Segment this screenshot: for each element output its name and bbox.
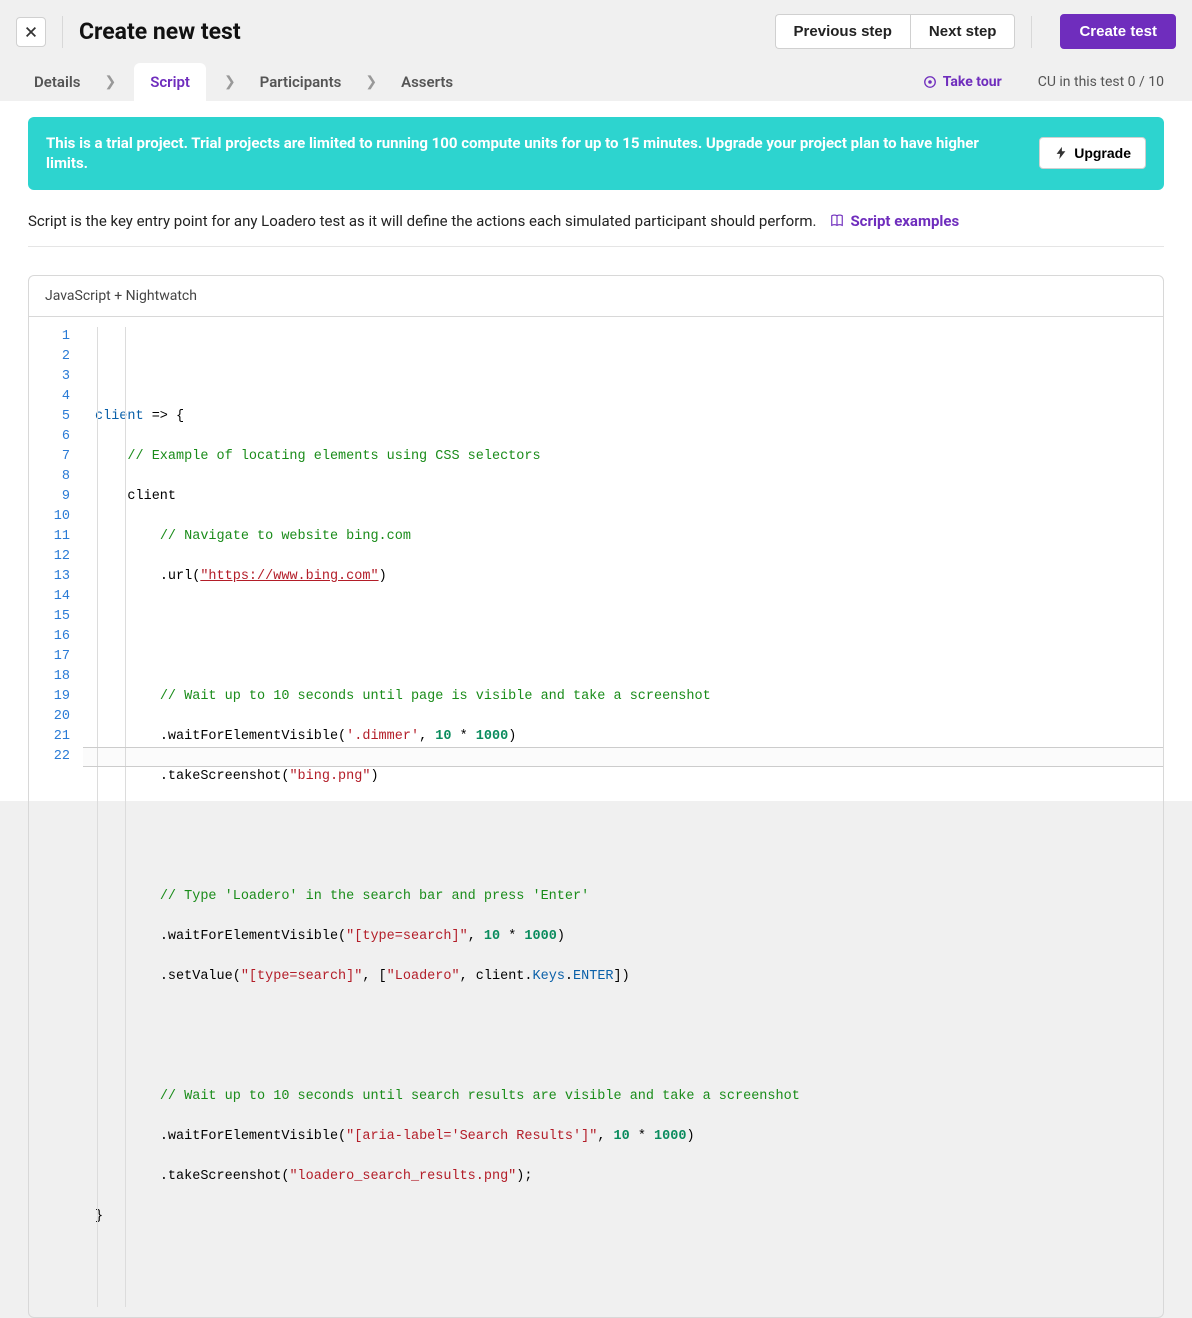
tab-asserts[interactable]: Asserts xyxy=(395,63,459,101)
chevron-right-icon: ❯ xyxy=(365,74,377,90)
editor-body[interactable]: 12345678910111213141516171819202122 clie… xyxy=(29,317,1163,1317)
header: Create new test Previous step Next step … xyxy=(0,0,1192,63)
trial-banner-text: This is a trial project. Trial projects … xyxy=(46,133,1023,174)
tab-participants[interactable]: Participants xyxy=(254,63,348,101)
book-icon xyxy=(830,214,844,228)
code-area[interactable]: client => { // Example of locating eleme… xyxy=(83,317,1163,1317)
upgrade-label: Upgrade xyxy=(1074,145,1131,161)
page-title: Create new test xyxy=(79,18,759,45)
step-buttons: Previous step Next step xyxy=(775,14,1016,49)
close-icon xyxy=(24,25,38,39)
script-examples-label: Script examples xyxy=(850,212,959,230)
code-editor[interactable]: JavaScript + Nightwatch 1234567891011121… xyxy=(28,275,1164,1318)
target-icon xyxy=(923,75,937,89)
next-step-button[interactable]: Next step xyxy=(910,14,1016,49)
script-examples-link[interactable]: Script examples xyxy=(830,212,959,230)
cu-count: CU in this test 0 / 10 xyxy=(1038,74,1164,90)
main: This is a trial project. Trial projects … xyxy=(0,101,1192,801)
divider xyxy=(1031,16,1032,48)
trial-banner: This is a trial project. Trial projects … xyxy=(28,117,1164,190)
create-test-button[interactable]: Create test xyxy=(1060,14,1176,49)
lightning-icon xyxy=(1054,146,1068,160)
tab-script[interactable]: Script xyxy=(134,63,206,101)
upgrade-button[interactable]: Upgrade xyxy=(1039,137,1146,169)
previous-step-button[interactable]: Previous step xyxy=(775,14,910,49)
description-row: Script is the key entry point for any Lo… xyxy=(28,212,1164,247)
tab-details[interactable]: Details xyxy=(28,63,86,101)
divider xyxy=(62,16,63,48)
close-button[interactable] xyxy=(16,17,46,47)
line-gutter: 12345678910111213141516171819202122 xyxy=(29,317,83,1317)
chevron-right-icon: ❯ xyxy=(224,74,236,90)
chevron-right-icon: ❯ xyxy=(104,74,116,90)
tabs: Details ❯ Script ❯ Participants ❯ Assert… xyxy=(0,63,1192,101)
editor-language-label: JavaScript + Nightwatch xyxy=(29,276,1163,317)
description-text: Script is the key entry point for any Lo… xyxy=(28,212,816,230)
take-tour-label: Take tour xyxy=(943,74,1002,90)
take-tour-link[interactable]: Take tour xyxy=(923,74,1002,90)
